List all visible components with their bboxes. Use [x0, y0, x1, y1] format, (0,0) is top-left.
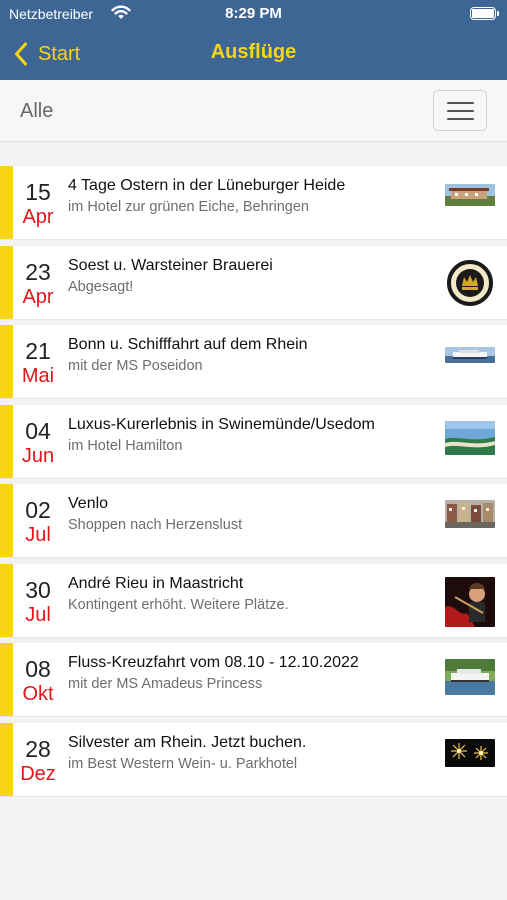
filter-bar: Alle [0, 80, 507, 142]
event-row[interactable]: 02 Jul Venlo Shoppen nach Herzenslust [0, 484, 507, 558]
event-day: 08 [25, 656, 51, 682]
event-title: Bonn u. Schifffahrt auf dem Rhein [68, 336, 308, 353]
event-row[interactable]: 23 Apr Soest u. Warsteiner Brauerei Abge… [0, 245, 507, 320]
event-day: 02 [25, 497, 51, 523]
event-subtitle: mit der MS Amadeus Princess [68, 676, 263, 692]
event-row[interactable]: 04 Jun Luxus-Kurerlebnis in Swinemünde/U… [0, 404, 507, 479]
riverboat-photo [445, 347, 495, 363]
event-subtitle: mit der MS Poseidon [68, 358, 203, 374]
event-subtitle: im Hotel zur grünen Eiche, Behringen [68, 199, 309, 215]
violinist-photo [445, 576, 495, 627]
event-title: Luxus-Kurerlebnis in Swinemünde/Usedom [68, 415, 375, 433]
date-accent-bar [0, 484, 13, 557]
event-month: Jun [21, 444, 55, 467]
event-row[interactable]: 21 Mai Bonn u. Schifffahrt auf dem Rhein… [0, 325, 507, 399]
event-subtitle: Kontingent erhöht. Weitere Plätze. [68, 596, 289, 613]
date-accent-bar [0, 563, 13, 637]
event-title: André Rieu in Maastricht [68, 574, 244, 592]
event-title: 4 Tage Ostern in der Lüneburger Heide [68, 177, 346, 194]
brewery-logo [445, 259, 495, 306]
event-day: 23 [25, 258, 51, 285]
event-day: 30 [25, 576, 51, 603]
back-button[interactable]: Start [14, 40, 80, 68]
event-title: Venlo [68, 495, 109, 512]
battery-icon [470, 7, 499, 20]
event-row[interactable]: 28 Dez Silvester am Rhein. Jetzt buchen.… [0, 722, 507, 797]
date-accent-bar [0, 325, 13, 398]
navigation-bar: Start Ausflüge [0, 28, 507, 80]
event-list: 15 Apr 4 Tage Ostern in der Lüneburger H… [0, 166, 507, 802]
date-accent-bar [0, 166, 13, 239]
date-accent-bar [0, 643, 13, 716]
fireworks-photo [445, 738, 495, 767]
hotel-photo [445, 184, 495, 206]
back-button-label: Start [38, 42, 81, 65]
event-row[interactable]: 15 Apr 4 Tage Ostern in der Lüneburger H… [0, 166, 507, 240]
date-accent-bar [0, 245, 13, 319]
event-month: Jul [25, 603, 51, 626]
event-month: Jul [25, 524, 51, 546]
event-day: 04 [25, 417, 51, 444]
event-month: Mai [21, 365, 55, 387]
event-subtitle: Abgesagt! [68, 278, 134, 295]
hamburger-menu-button[interactable] [433, 90, 487, 131]
event-month: Apr [22, 285, 54, 308]
event-day: 28 [25, 735, 51, 762]
event-row[interactable]: 08 Okt Fluss-Kreuzfahrt vom 08.10 - 12.1… [0, 643, 507, 717]
event-month: Dez [20, 762, 56, 785]
event-title: Fluss-Kreuzfahrt vom 08.10 - 12.10.2022 [68, 654, 359, 671]
event-day: 15 [25, 179, 51, 205]
event-month: Apr [22, 206, 54, 228]
hamburger-icon [447, 102, 474, 104]
event-row[interactable]: 30 Jul André Rieu in Maastricht Kontinge… [0, 563, 507, 638]
event-subtitle: Shoppen nach Herzenslust [68, 517, 243, 533]
event-title: Soest u. Warsteiner Brauerei [68, 256, 273, 274]
filter-label: Alle [20, 100, 54, 122]
date-accent-bar [0, 722, 13, 796]
event-month: Okt [22, 683, 54, 705]
coast-photo [445, 420, 495, 455]
event-day: 21 [25, 338, 51, 364]
town-photo [445, 500, 495, 528]
chevron-left-icon [15, 42, 27, 66]
event-title: Silvester am Rhein. Jetzt buchen. [68, 733, 307, 751]
cruise-ship-photo [445, 659, 495, 695]
clock: 8:29 PM [225, 5, 282, 22]
status-bar: Netzbetreiber 8:29 PM [0, 0, 507, 28]
event-subtitle: im Best Western Wein- u. Parkhotel [68, 755, 298, 772]
event-subtitle: im Hotel Hamilton [68, 437, 183, 454]
date-accent-bar [0, 404, 13, 478]
